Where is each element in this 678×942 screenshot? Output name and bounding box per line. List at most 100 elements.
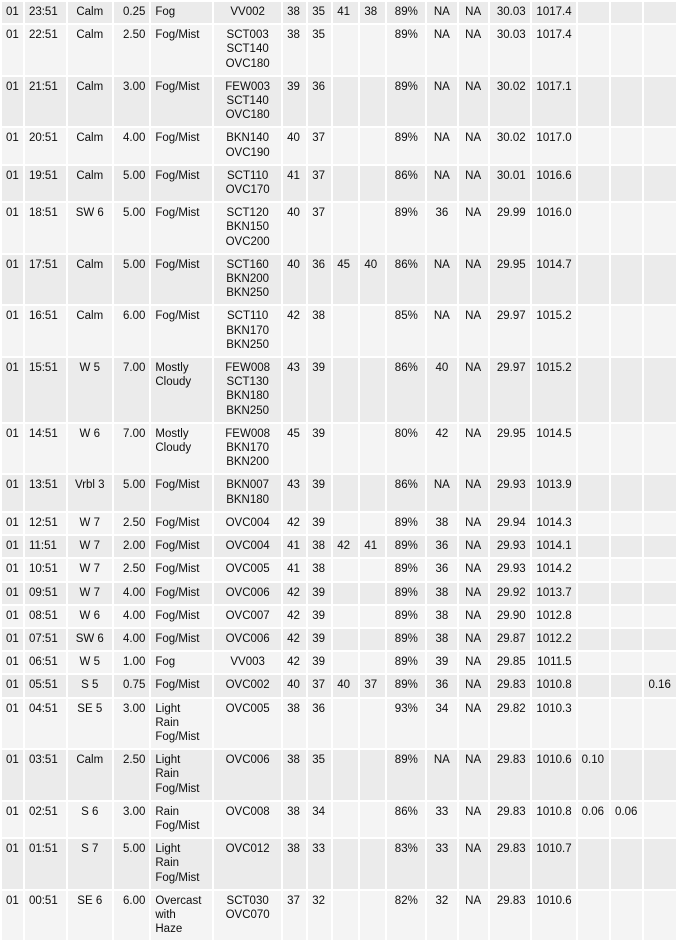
cell-heat: 40 (333, 675, 359, 697)
cell-slp: 1014.3 (531, 512, 576, 535)
cell-vis: 4.00 (113, 605, 150, 627)
cell-dewp: 39 (308, 358, 332, 422)
cell-alt: 29.83 (489, 750, 530, 800)
cell-rh: 89% (387, 536, 426, 558)
cell-wcalc: NA (427, 306, 457, 357)
cell-time: 14:51 (24, 423, 66, 474)
cell-p1 (577, 306, 610, 357)
cell-alt: 29.87 (489, 628, 530, 651)
cell-wcalc: 34 (427, 698, 457, 749)
cell-day: 01 (2, 652, 23, 674)
cell-weather: Mostly Cloudy (151, 423, 213, 474)
cell-time: 16:51 (24, 306, 66, 357)
cell-wcalc: 36 (427, 203, 457, 253)
cell-time: 00:51 (24, 890, 66, 941)
cell-day: 01 (2, 675, 23, 697)
cell-dewp: 32 (308, 890, 332, 941)
cell-slp: 1017.1 (531, 76, 576, 127)
cell-wchill: 37 (360, 675, 386, 697)
cell-p6 (644, 2, 676, 24)
cell-sky: FEW008 BKN170 BKN200 (214, 423, 282, 474)
cell-wcalc: 33 (427, 839, 457, 889)
cell-hcalc: NA (458, 536, 488, 558)
cell-wcalc: 33 (427, 801, 457, 838)
cell-vis: 3.00 (113, 698, 150, 749)
cell-sky: OVC004 (214, 512, 282, 535)
cell-sky: OVC005 (214, 559, 282, 581)
cell-p1 (577, 698, 610, 749)
cell-rh: 89% (387, 76, 426, 127)
cell-alt: 29.93 (489, 559, 530, 581)
cell-heat (333, 698, 359, 749)
cell-sky: OVC004 (214, 536, 282, 558)
cell-vis: 7.00 (113, 423, 150, 474)
cell-day: 01 (2, 165, 23, 202)
cell-sky: BKN007 BKN180 (214, 475, 282, 511)
cell-day: 01 (2, 512, 23, 535)
cell-rh: 89% (387, 628, 426, 651)
cell-vis: 0.75 (113, 675, 150, 697)
cell-temp: 42 (283, 605, 307, 627)
cell-wind: W 6 (67, 423, 112, 474)
cell-temp: 45 (283, 423, 307, 474)
cell-p6 (644, 25, 676, 75)
cell-hcalc: NA (458, 165, 488, 202)
cell-weather: Fog/Mist (151, 675, 213, 697)
cell-day: 01 (2, 605, 23, 627)
cell-wchill: 38 (360, 2, 386, 24)
cell-slp: 1010.7 (531, 839, 576, 889)
cell-p6 (644, 605, 676, 627)
cell-alt: 30.02 (489, 76, 530, 127)
cell-hcalc: NA (458, 675, 488, 697)
cell-p6 (644, 128, 676, 164)
cell-alt: 29.97 (489, 306, 530, 357)
cell-time: 13:51 (24, 475, 66, 511)
cell-slp: 1014.5 (531, 423, 576, 474)
cell-time: 17:51 (24, 254, 66, 305)
cell-p3 (611, 203, 643, 253)
cell-hcalc: NA (458, 839, 488, 889)
cell-rh: 86% (387, 165, 426, 202)
cell-sky: SCT003 SCT140 OVC180 (214, 25, 282, 75)
cell-p3 (611, 839, 643, 889)
cell-temp: 42 (283, 512, 307, 535)
cell-alt: 29.95 (489, 254, 530, 305)
cell-wind: SW 6 (67, 628, 112, 651)
cell-time: 03:51 (24, 750, 66, 800)
cell-dewp: 39 (308, 628, 332, 651)
cell-sky: FEW003 SCT140 OVC180 (214, 76, 282, 127)
cell-weather: Fog/Mist (151, 559, 213, 581)
cell-time: 01:51 (24, 839, 66, 889)
cell-p1 (577, 605, 610, 627)
cell-wchill (360, 25, 386, 75)
cell-p6 (644, 628, 676, 651)
cell-slp: 1015.2 (531, 306, 576, 357)
cell-p3 (611, 559, 643, 581)
cell-wcalc: NA (427, 750, 457, 800)
cell-hcalc: NA (458, 2, 488, 24)
cell-day: 01 (2, 839, 23, 889)
cell-p6 (644, 652, 676, 674)
cell-sky: BKN140 OVC190 (214, 128, 282, 164)
cell-alt: 29.92 (489, 582, 530, 604)
cell-p6 (644, 839, 676, 889)
table-row: 01 02:51 S 6 3.00 Rain Fog/Mist OVC008 38 34 86%… (2, 801, 676, 838)
cell-temp: 38 (283, 839, 307, 889)
cell-slp: 1010.8 (531, 675, 576, 697)
cell-p3 (611, 512, 643, 535)
cell-dewp: 33 (308, 839, 332, 889)
cell-hcalc: NA (458, 475, 488, 511)
cell-p3 (611, 165, 643, 202)
cell-time: 15:51 (24, 358, 66, 422)
cell-weather: Fog/Mist (151, 76, 213, 127)
cell-dewp: 35 (308, 2, 332, 24)
cell-dewp: 39 (308, 475, 332, 511)
cell-slp: 1010.8 (531, 801, 576, 838)
cell-rh: 89% (387, 25, 426, 75)
cell-slp: 1017.4 (531, 25, 576, 75)
cell-wcalc: 38 (427, 582, 457, 604)
cell-hcalc: NA (458, 76, 488, 127)
cell-day: 01 (2, 698, 23, 749)
cell-slp: 1010.3 (531, 698, 576, 749)
cell-hcalc: NA (458, 750, 488, 800)
